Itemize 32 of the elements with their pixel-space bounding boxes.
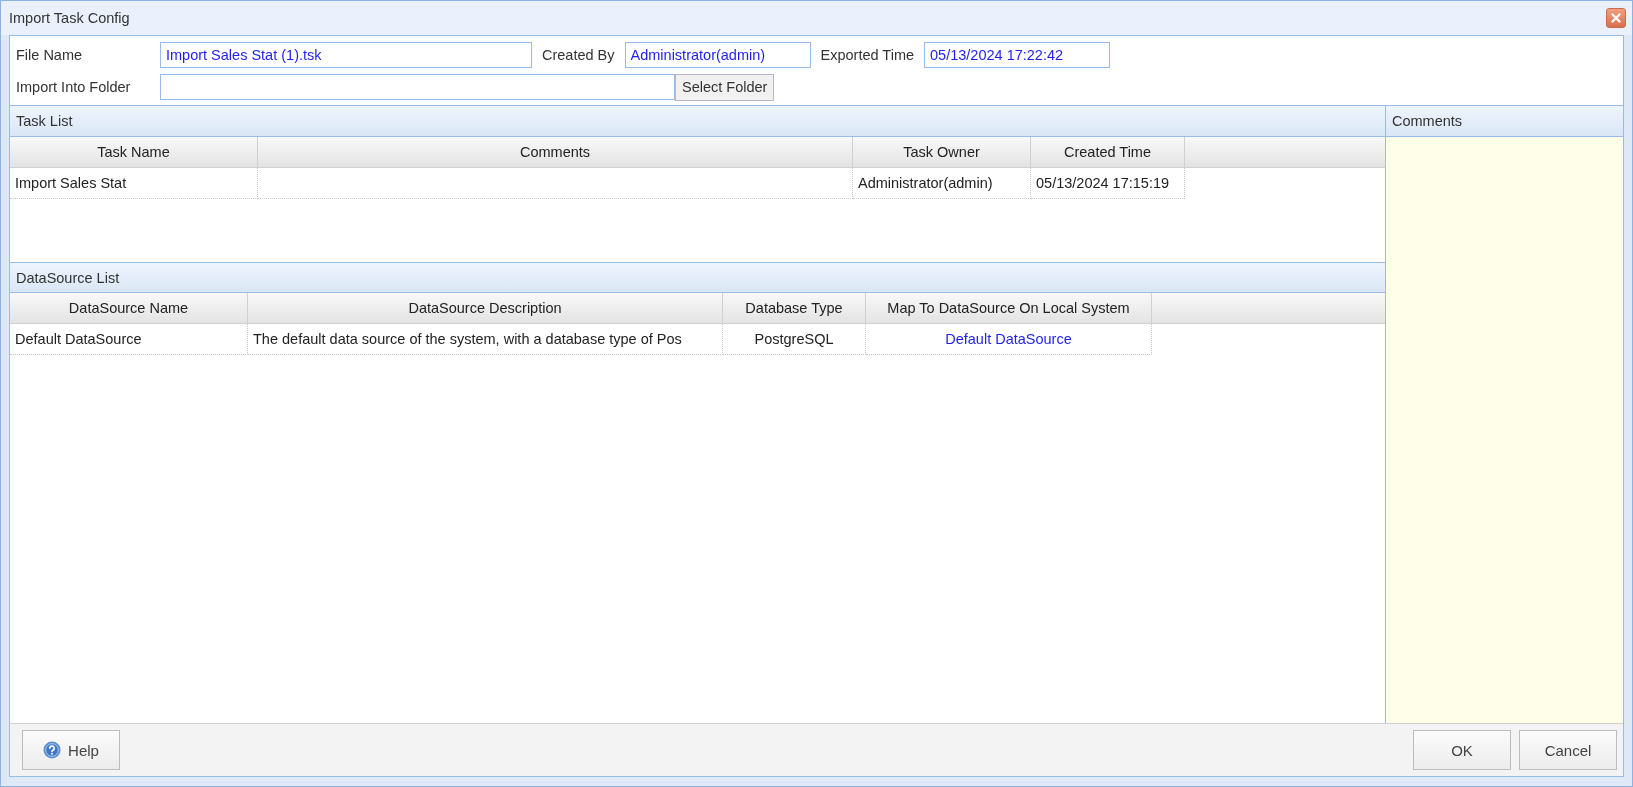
column-header[interactable]: Map To DataSource On Local System: [866, 293, 1152, 324]
section-header: Task List: [10, 106, 1385, 137]
field-label: File Name: [16, 47, 84, 63]
column-header[interactable]: Task Owner: [853, 137, 1031, 168]
field-label: Import Into Folder: [16, 79, 132, 95]
help-icon: [43, 741, 62, 759]
table-cell: The default data source of the system, with a database type of Pos: [248, 324, 723, 355]
column-header[interactable]: Task Name: [10, 137, 258, 168]
text-field[interactable]: Administrator(admin): [624, 42, 811, 68]
table-cell: PostgreSQL: [723, 324, 866, 355]
section-header: DataSource List: [10, 262, 1385, 293]
close-icon: [1608, 10, 1624, 26]
column-header[interactable]: Created Time: [1031, 137, 1185, 168]
select-folder-button[interactable]: Select Folder: [675, 73, 775, 101]
cancel-button[interactable]: Cancel: [1519, 730, 1617, 770]
section-header: Comments: [1386, 106, 1623, 137]
table-cell: Import Sales Stat: [10, 168, 258, 199]
help-button[interactable]: Help: [22, 730, 120, 770]
folder-field[interactable]: [160, 74, 675, 100]
column-header[interactable]: DataSource Description: [248, 293, 723, 324]
field-label: Created By: [542, 47, 615, 63]
column-header[interactable]: Database Type: [723, 293, 866, 324]
ok-button[interactable]: OK: [1413, 730, 1511, 770]
column-header[interactable]: DataSource Name: [10, 293, 248, 324]
text-field[interactable]: Import Sales Stat (1).tsk: [160, 42, 532, 68]
close-button[interactable]: [1606, 8, 1626, 28]
text-field[interactable]: 05/13/2024 17:22:42: [924, 42, 1111, 68]
table-cell: Default DataSource: [10, 324, 248, 355]
window-title: Import Task Config: [9, 10, 131, 26]
field-label: Exported Time: [820, 47, 915, 63]
column-header[interactable]: Comments: [258, 137, 853, 168]
table-cell: Administrator(admin): [853, 168, 1031, 199]
